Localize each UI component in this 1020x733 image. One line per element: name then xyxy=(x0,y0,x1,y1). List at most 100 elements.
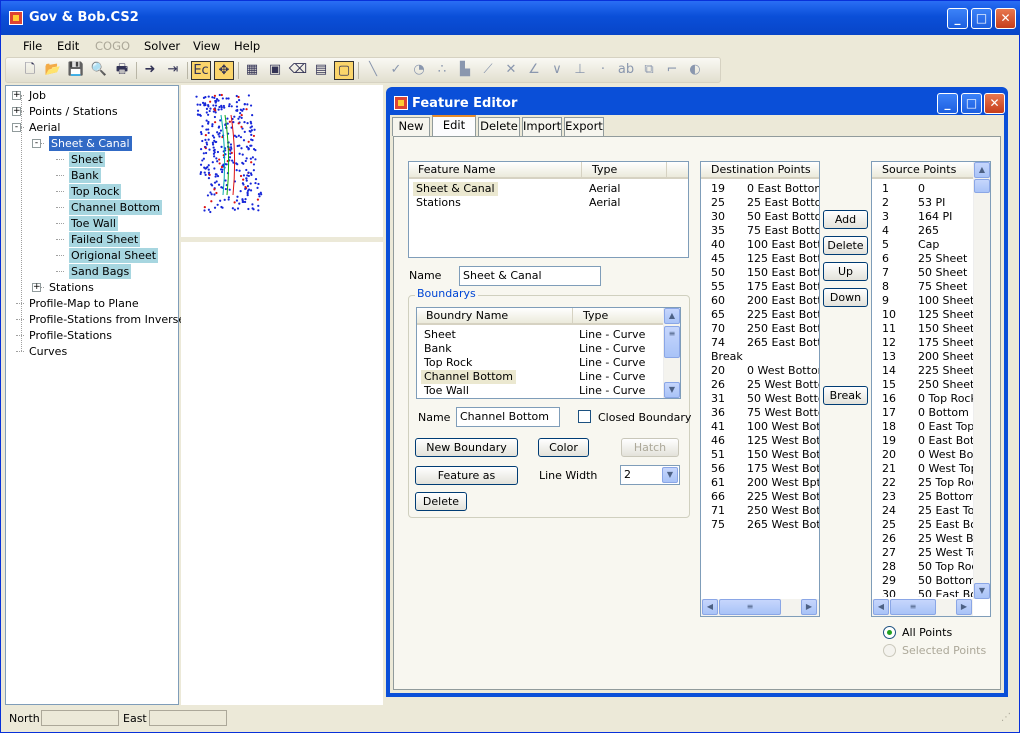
destination-row[interactable]: 25 25 East Bottom xyxy=(701,196,819,210)
tree-node-label[interactable]: Toe Wall xyxy=(69,216,118,231)
tab-edit[interactable]: Edit xyxy=(432,115,476,137)
source-row[interactable]: 9 100 Sheet xyxy=(872,294,973,308)
resize-grip-icon[interactable]: ⋰ xyxy=(1001,712,1011,723)
source-row[interactable]: 23 25 Bottom F xyxy=(872,490,973,504)
tab-delete[interactable]: Delete xyxy=(478,117,520,136)
boundary-list[interactable]: Boundry Name Type Sheet Line - Curve Bank L… xyxy=(416,307,681,399)
feature-row[interactable]: Stations Aerial xyxy=(409,196,688,210)
delete-point-button[interactable]: Delete xyxy=(823,236,868,255)
source-row[interactable]: 2 53 PI xyxy=(872,196,973,210)
menu-edit[interactable]: Edit xyxy=(57,39,79,53)
destination-row[interactable]: 31 50 West Bottom xyxy=(701,392,819,406)
scroll-down-arrow-icon[interactable]: ▼ xyxy=(664,382,680,398)
expand-toggle-icon[interactable]: - xyxy=(12,123,21,132)
tab-export[interactable]: Export xyxy=(564,117,604,136)
tree-node[interactable]: Top Rock xyxy=(6,184,178,200)
tree-node-label[interactable]: Profile-Map to Plane xyxy=(29,296,139,311)
tree-node-label[interactable]: Channel Bottom xyxy=(69,200,163,215)
expand-toggle-icon[interactable]: + xyxy=(12,91,21,100)
source-row[interactable]: 11 150 Sheet xyxy=(872,322,973,336)
line-width-select[interactable]: 2 ▼ xyxy=(620,465,680,485)
col-boundary-name[interactable]: Boundry Name xyxy=(426,308,508,324)
tree-node[interactable]: Sand Bags xyxy=(6,264,178,280)
fe-minimize-button[interactable]: _ xyxy=(937,93,958,114)
scroll-left-arrow-icon[interactable]: ◀ xyxy=(873,599,889,615)
tree-node[interactable]: - Aerial xyxy=(6,120,178,136)
source-row[interactable]: 13 200 Sheet xyxy=(872,350,973,364)
down-button[interactable]: Down xyxy=(823,288,868,307)
new-boundary-button[interactable]: New Boundary xyxy=(415,438,518,457)
boundary-row[interactable]: Sheet Line - Curve xyxy=(417,328,663,342)
tree-node-label[interactable]: Profile-Stations from Inverse xyxy=(29,312,185,327)
destination-row[interactable]: 19 0 East Bottom ( xyxy=(701,182,819,196)
table-icon[interactable]: ▦ xyxy=(242,61,262,80)
dots-icon[interactable]: ∴ xyxy=(432,61,452,80)
destination-row[interactable]: 46 125 West Botto xyxy=(701,434,819,448)
map-preview[interactable] xyxy=(181,85,383,237)
tree-node[interactable]: + Stations xyxy=(6,280,178,296)
fe-close-button[interactable]: ✕ xyxy=(984,93,1005,114)
break-button[interactable]: Break xyxy=(823,386,868,405)
boundary-row[interactable]: Top Rock Line - Curve xyxy=(417,356,663,370)
title-bar[interactable]: Gov & Bob.CS2 _ □ ✕ xyxy=(1,1,1020,35)
boundary-name-field[interactable]: Channel Bottom xyxy=(456,407,560,427)
eraser-icon[interactable]: ⌫ xyxy=(288,61,308,80)
destination-hscrollbar[interactable]: ◀ ≡ ▶ xyxy=(701,599,819,616)
color-button[interactable]: Color xyxy=(538,438,589,457)
menu-file[interactable]: File xyxy=(23,39,42,53)
circle-icon[interactable]: ◐ xyxy=(685,61,705,80)
open-icon[interactable]: 📂 xyxy=(43,61,63,80)
tree-node[interactable]: - Sheet & Canal xyxy=(6,136,178,152)
tree-node-label[interactable]: Aerial xyxy=(29,120,60,135)
source-row[interactable]: 12 175 Sheet xyxy=(872,336,973,350)
scroll-down-arrow-icon[interactable]: ▼ xyxy=(974,583,990,599)
destination-row[interactable]: 61 200 West Bpttc xyxy=(701,476,819,490)
tree-node[interactable]: Profile-Stations from Inverse xyxy=(6,312,185,328)
tree-node-label[interactable]: Failed Sheet xyxy=(69,232,141,247)
destination-row[interactable]: 75 265 West Botto xyxy=(701,518,819,532)
tree-node[interactable]: + Job xyxy=(6,88,178,104)
import-icon[interactable]: ➜ xyxy=(140,61,160,80)
source-row[interactable]: 15 250 Sheet xyxy=(872,378,973,392)
blocks-icon[interactable]: ▙ xyxy=(455,61,475,80)
source-row[interactable]: 19 0 East Bott xyxy=(872,434,973,448)
tree-node[interactable]: Profile-Map to Plane xyxy=(6,296,178,312)
select-icon[interactable]: ▢ xyxy=(334,61,354,80)
source-row[interactable]: 8 75 Sheet xyxy=(872,280,973,294)
tree-node-label[interactable]: Bank xyxy=(69,168,101,183)
tree-node-label[interactable]: Profile-Stations xyxy=(29,328,112,343)
tab-import[interactable]: Import xyxy=(522,117,562,136)
cross-icon[interactable]: ✕ xyxy=(501,61,521,80)
hscroll-thumb[interactable]: ≡ xyxy=(890,599,936,615)
menu-help[interactable]: Help xyxy=(234,39,260,53)
angle-icon[interactable]: ∠ xyxy=(524,61,544,80)
destination-row[interactable]: 45 125 East Bottom xyxy=(701,252,819,266)
source-row[interactable]: 28 50 Top Roc xyxy=(872,560,973,574)
tree-node[interactable]: Bank xyxy=(6,168,178,184)
source-points-list[interactable]: Source Points 1 0 2 53 PI 3 164 PI 4 265 5 Cap 6 25… xyxy=(871,161,991,617)
scroll-right-arrow-icon[interactable]: ▶ xyxy=(956,599,972,615)
source-row[interactable]: 17 0 Bottom Ri xyxy=(872,406,973,420)
arc-icon[interactable]: ◔ xyxy=(409,61,429,80)
closed-boundary-checkbox[interactable] xyxy=(578,410,591,423)
boundary-row[interactable]: Channel Bottom Line - Curve xyxy=(417,370,663,384)
chevron-down-icon[interactable]: ▼ xyxy=(662,467,678,483)
print-icon[interactable]: 🖶 xyxy=(112,61,132,80)
tab-new[interactable]: New xyxy=(392,117,430,136)
destination-row[interactable]: 40 100 East Bottom xyxy=(701,238,819,252)
source-row[interactable]: 20 0 West Bott xyxy=(872,448,973,462)
destination-row[interactable]: 74 265 East Bottom xyxy=(701,336,819,350)
source-row[interactable]: 5 Cap xyxy=(872,238,973,252)
all-points-radio[interactable] xyxy=(883,626,896,639)
grid-icon[interactable]: ▣ xyxy=(265,61,285,80)
source-scroll-thumb[interactable] xyxy=(974,179,990,193)
feature-as-button[interactable]: Feature as xyxy=(415,466,518,485)
col-feature-name[interactable]: Feature Name xyxy=(418,162,496,178)
source-row[interactable]: 25 25 East Bot xyxy=(872,518,973,532)
destination-row[interactable]: 41 100 West Botto xyxy=(701,420,819,434)
check-icon[interactable]: ✓ xyxy=(386,61,406,80)
edit-coords-icon[interactable]: Ec xyxy=(191,61,211,80)
tree-node-label[interactable]: Origional Sheet xyxy=(69,248,159,263)
source-row[interactable]: 22 25 Top Roc xyxy=(872,476,973,490)
boundary-row[interactable]: Toe Wall Line - Curve xyxy=(417,384,663,398)
